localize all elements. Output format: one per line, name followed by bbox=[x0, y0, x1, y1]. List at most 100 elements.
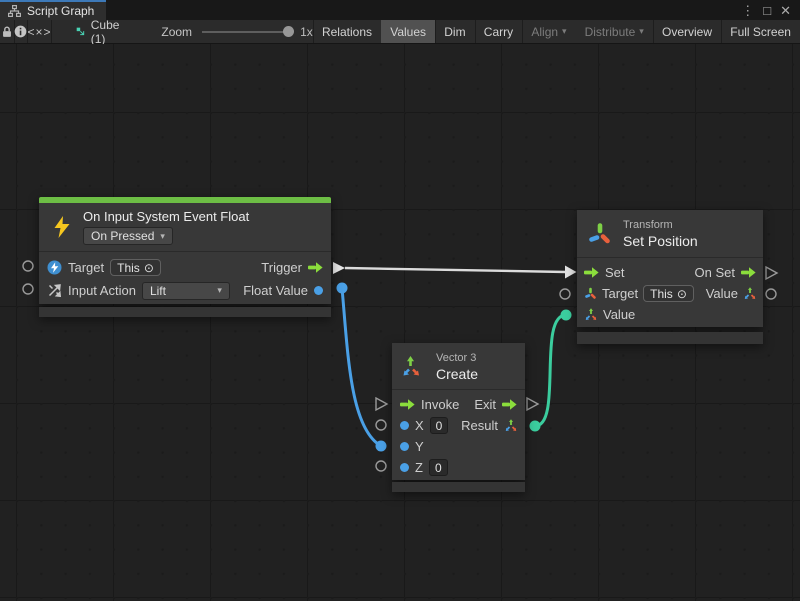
port-y-in[interactable] bbox=[376, 441, 387, 452]
node-on-input-system-event-float[interactable]: On Input System Event Float On Pressed ▾… bbox=[39, 197, 331, 317]
event-target-field[interactable]: This ⊙ bbox=[110, 259, 161, 276]
vector3-node-footer bbox=[392, 482, 525, 492]
values-button[interactable]: Values bbox=[381, 20, 435, 43]
visual-scripting-window: Script Graph ⋮ □ ✕ <×> bbox=[0, 0, 800, 601]
flow-arrow-icon[interactable] bbox=[308, 262, 323, 273]
tab-label: Script Graph bbox=[27, 4, 94, 18]
flow-arrow-icon[interactable] bbox=[584, 267, 599, 278]
node-title: On Input System Event Float bbox=[83, 209, 249, 225]
port-onset-out[interactable] bbox=[766, 267, 777, 279]
wire-result-to-value[interactable] bbox=[535, 315, 566, 426]
lock-button[interactable] bbox=[0, 20, 14, 43]
input-action-dropdown[interactable]: Lift ▾ bbox=[142, 282, 230, 300]
transform-icon bbox=[587, 221, 613, 247]
set-label: Set bbox=[605, 265, 625, 280]
wire-trigger-to-set[interactable] bbox=[345, 266, 577, 279]
transform-value-row: Value bbox=[577, 304, 763, 325]
x-value-field[interactable]: 0 bbox=[430, 417, 449, 434]
zoom-slider-knob[interactable] bbox=[283, 26, 294, 37]
x-port-icon[interactable] bbox=[400, 421, 409, 430]
port-x-in[interactable] bbox=[376, 420, 386, 430]
y-label: Y bbox=[415, 439, 424, 454]
target-label: Target bbox=[602, 286, 638, 301]
target-label: Target bbox=[68, 260, 104, 275]
chevron-down-icon: ▾ bbox=[562, 27, 567, 36]
chevron-down-icon: ▾ bbox=[217, 286, 222, 295]
node-transform-set-position[interactable]: Transform Set Position Set On Set bbox=[577, 210, 763, 344]
port-exit-out[interactable] bbox=[527, 398, 538, 410]
chevron-down-icon: ▾ bbox=[160, 232, 165, 241]
graph-canvas[interactable]: On Input System Event Float On Pressed ▾… bbox=[0, 44, 800, 601]
node-vector3-create[interactable]: Vector 3 Create Invoke Exit bbox=[392, 343, 525, 492]
zoom-slider[interactable] bbox=[202, 31, 292, 33]
vector3-port-icon[interactable] bbox=[584, 308, 597, 321]
flow-arrow-icon[interactable] bbox=[741, 267, 756, 278]
node-title: Set Position bbox=[623, 233, 698, 249]
distribute-button[interactable]: Distribute ▾ bbox=[576, 20, 653, 43]
zoom-value: 1x bbox=[300, 25, 313, 39]
port-result-out[interactable] bbox=[530, 421, 541, 432]
float-value-port-icon[interactable] bbox=[314, 286, 323, 295]
lock-icon bbox=[0, 25, 14, 39]
relations-button[interactable]: Relations bbox=[313, 20, 381, 43]
wire-floatvalue-to-y[interactable] bbox=[342, 288, 381, 446]
transform-target-field[interactable]: This ⊙ bbox=[643, 285, 694, 302]
chevron-down-icon: ▾ bbox=[639, 27, 644, 36]
graph-reference-breadcrumb[interactable]: Cube (1) bbox=[76, 18, 124, 46]
value-out-label: Value bbox=[706, 286, 738, 301]
port-value-out[interactable] bbox=[766, 289, 776, 299]
invoke-label: Invoke bbox=[421, 397, 459, 412]
object-picker-icon: ⊙ bbox=[677, 287, 687, 301]
transform-target-row: Target This ⊙ Value bbox=[577, 283, 763, 304]
vector3-port-icon[interactable] bbox=[743, 287, 756, 300]
info-button[interactable] bbox=[14, 20, 27, 43]
event-mode-dropdown[interactable]: On Pressed ▾ bbox=[83, 227, 173, 245]
y-port-icon[interactable] bbox=[400, 442, 409, 451]
transform-set-row: Set On Set bbox=[577, 262, 763, 283]
align-button[interactable]: Align ▾ bbox=[522, 20, 575, 43]
flow-arrow-icon[interactable] bbox=[400, 399, 415, 410]
lightning-icon bbox=[51, 215, 73, 239]
port-z-in[interactable] bbox=[376, 461, 386, 471]
event-inputaction-row: Input Action Lift ▾ Float Value bbox=[39, 279, 331, 302]
port-trigger-out[interactable] bbox=[333, 262, 345, 274]
vector3-x-row: X 0 Result bbox=[392, 415, 525, 436]
value-in-label: Value bbox=[603, 307, 635, 322]
window-controls: ⋮ □ ✕ bbox=[741, 0, 800, 20]
vector3-y-row: Y bbox=[392, 436, 525, 457]
preview-code-button[interactable]: <×> bbox=[27, 20, 51, 43]
close-icon[interactable]: ✕ bbox=[780, 4, 791, 17]
vector3-invoke-row: Invoke Exit bbox=[392, 394, 525, 415]
vector3-z-row: Z 0 bbox=[392, 457, 525, 478]
event-target-row: Target This ⊙ Trigger bbox=[39, 256, 331, 279]
port-floatvalue-out[interactable] bbox=[337, 283, 348, 294]
maximize-icon[interactable]: □ bbox=[763, 4, 771, 17]
port-event-target-in[interactable] bbox=[23, 261, 33, 271]
node-category: Transform bbox=[623, 219, 698, 231]
graph-icon bbox=[8, 5, 21, 17]
object-picker-icon: ⊙ bbox=[144, 261, 154, 275]
input-system-icon bbox=[47, 260, 62, 275]
port-transform-target-in[interactable] bbox=[560, 289, 570, 299]
full-screen-button[interactable]: Full Screen bbox=[721, 20, 800, 43]
vector3-port-icon[interactable] bbox=[504, 419, 517, 432]
more-menu-icon[interactable]: ⋮ bbox=[741, 4, 754, 17]
zoom-control: Zoom 1x bbox=[161, 25, 312, 39]
z-value-field[interactable]: 0 bbox=[429, 459, 448, 476]
float-value-label: Float Value bbox=[243, 283, 308, 298]
port-event-inputaction-in[interactable] bbox=[23, 284, 33, 294]
port-invoke-in[interactable] bbox=[376, 398, 387, 410]
zoom-label: Zoom bbox=[161, 25, 192, 39]
info-icon bbox=[14, 25, 27, 38]
z-port-icon[interactable] bbox=[400, 463, 409, 472]
carry-button[interactable]: Carry bbox=[475, 20, 522, 43]
overview-button[interactable]: Overview bbox=[653, 20, 721, 43]
transform-port-icon bbox=[584, 287, 597, 300]
node-title: Create bbox=[436, 366, 478, 382]
dim-button[interactable]: Dim bbox=[435, 20, 474, 43]
vector3-icon bbox=[402, 355, 426, 379]
port-transform-value-in[interactable] bbox=[561, 310, 572, 321]
node-category: Vector 3 bbox=[436, 352, 478, 364]
on-set-label: On Set bbox=[695, 265, 735, 280]
flow-arrow-icon[interactable] bbox=[502, 399, 517, 410]
